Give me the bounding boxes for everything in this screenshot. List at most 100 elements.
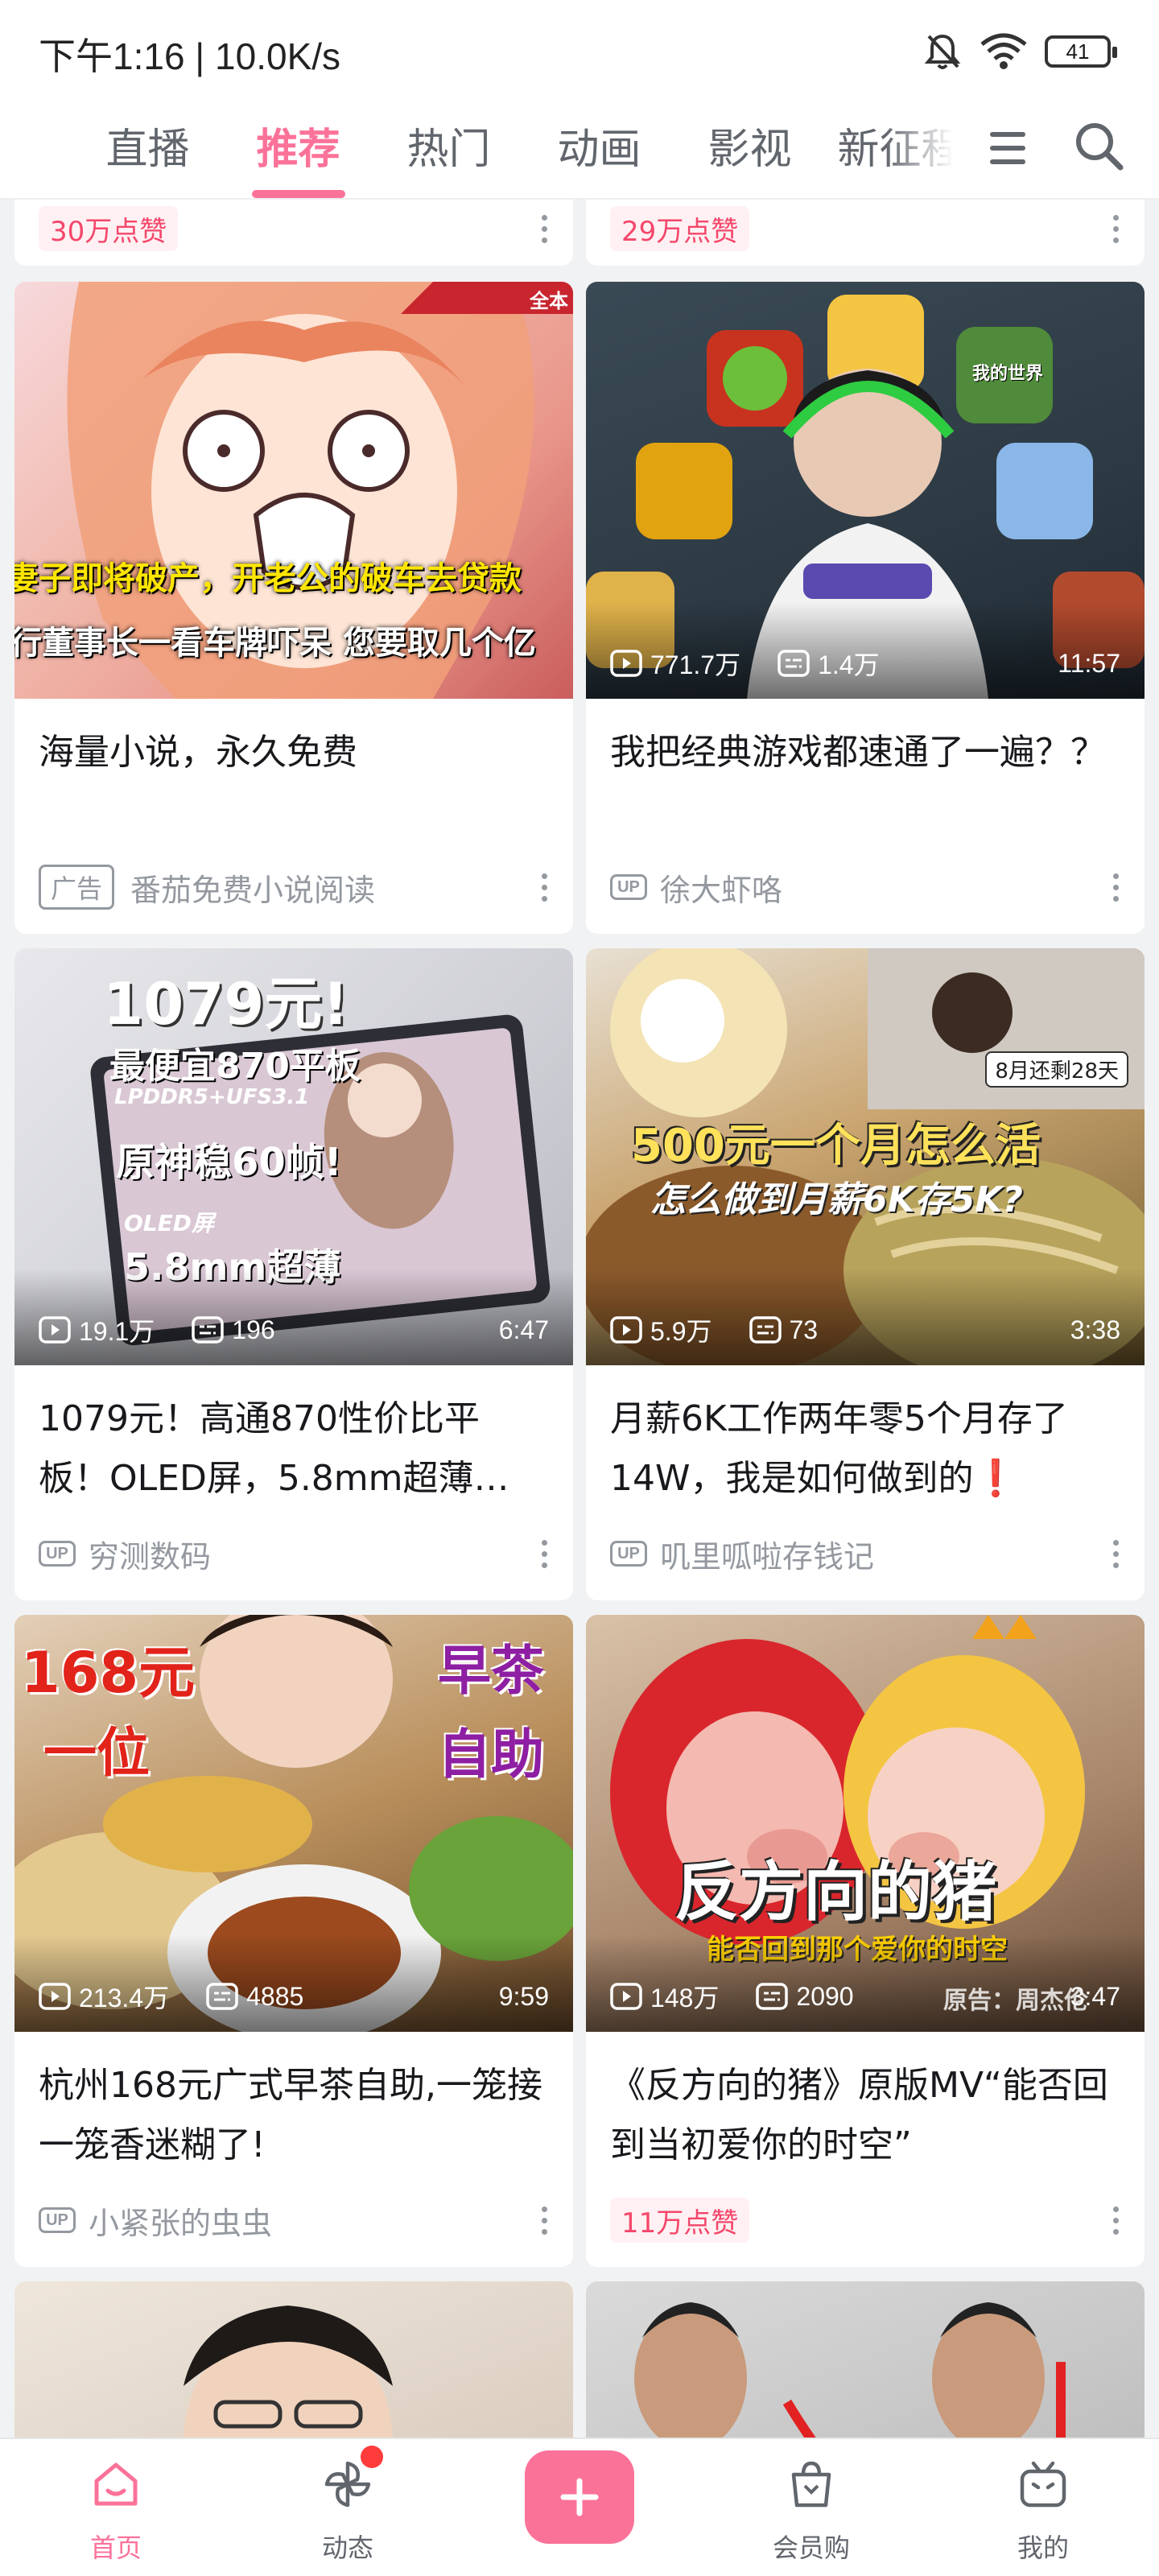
view-count-value: 771.7万 <box>650 650 741 679</box>
thumb-per-person: 一位 <box>43 1722 150 1784</box>
days-left-tag: 8月还剩28天 <box>985 1051 1128 1088</box>
nav-feed-label: 动态 <box>321 2533 373 2563</box>
video-duration: 9:59 <box>498 1981 549 2011</box>
danmaku-icon <box>756 1983 789 2010</box>
video-stats: 19.1万 196 6:47 <box>39 1312 549 1348</box>
thumb-caption: 我的世界 <box>972 364 1044 384</box>
danmaku-count-value: 4885 <box>246 1981 304 2011</box>
partial-card-left[interactable]: 30万点赞 <box>14 200 573 266</box>
bottom-nav-bar: 首页 动态 会员购 我的 <box>0 2438 1159 2576</box>
up-badge: UP <box>39 2207 76 2233</box>
video-thumbnail: 168元 一位 早茶 自助 213.4万 4885 9:59 <box>14 1615 573 2032</box>
home-icon <box>94 2462 138 2506</box>
thumb-fps: 原神稳60帧! <box>116 1140 342 1185</box>
status-bar: 下午1:16 | 10.0K/s 41 <box>0 0 1159 100</box>
more-options-icon[interactable] <box>1106 2198 1125 2243</box>
video-thumbnail: 我的世界 771.7万 1.4万 11:57 <box>586 282 1145 699</box>
video-title[interactable]: 《反方向的猪》原版MV“能否回到当初爱你的时空” <box>610 2056 1120 2175</box>
partial-card-bottom-right[interactable] <box>586 2281 1145 2438</box>
video-thumbnail: 8月还剩28天 500元一个月怎么活 怎么做到月薪6K存5K? 5.9万 73 … <box>586 948 1145 1365</box>
more-options-icon[interactable] <box>1106 865 1125 910</box>
status-time: 下午1:16 | 10.0K/s <box>39 35 341 77</box>
card-footer: UP 叽里呱啦存钱记 <box>610 1531 1125 1576</box>
nav-me[interactable]: 我的 <box>963 2439 1124 2576</box>
video-title[interactable]: 我把经典游戏都速通了一遍？？ <box>610 723 1120 782</box>
like-count-pill: 29万点赞 <box>610 206 750 251</box>
like-count-pill: 11万点赞 <box>610 2198 750 2243</box>
search-icon[interactable] <box>1072 119 1125 172</box>
wifi-icon <box>980 33 1027 69</box>
video-duration: 3:47 <box>1070 1981 1120 2011</box>
tab-anime[interactable]: 动画 <box>524 100 674 200</box>
video-title[interactable]: 海量小说，永久免费 <box>39 723 549 782</box>
video-thumbnail: 全本 妻子即将破产，开老公的破车去贷款 行董事长一看车牌吓呆 您要取几个亿 <box>14 282 573 699</box>
battery-indicator: 41 <box>1045 35 1117 68</box>
tab-fade <box>885 100 982 198</box>
tv-icon <box>1020 2461 1066 2508</box>
thumb-tag-2: 自助 <box>438 1724 544 1785</box>
play-count-icon <box>610 1983 642 2010</box>
uploader-name[interactable]: 小紧张的虫虫 <box>89 2198 272 2243</box>
tab-recommend[interactable]: 推荐 <box>223 100 373 200</box>
danmaku-count: 2090 <box>756 1982 854 2012</box>
video-card[interactable]: 1079元! 最便宜870平板 LPDDR5+UFS3.1 原神稳60帧! OL… <box>14 948 573 1600</box>
video-stats: 5.9万 73 3:38 <box>610 1312 1120 1348</box>
view-count: 148万 <box>610 1978 719 2015</box>
tab-movies[interactable]: 影视 <box>674 100 825 200</box>
danmaku-icon <box>192 1316 225 1344</box>
play-count-icon <box>39 1983 71 2010</box>
video-thumbnail: 1079元! 最便宜870平板 LPDDR5+UFS3.1 原神稳60帧! OL… <box>14 948 573 1365</box>
days-left-text: 8月还剩28天 <box>995 1059 1119 1084</box>
danmaku-count-value: 196 <box>232 1315 275 1344</box>
tab-live[interactable]: 直播 <box>72 100 223 200</box>
view-count-value: 5.9万 <box>650 1317 712 1346</box>
nav-home[interactable]: 首页 <box>35 2439 196 2576</box>
more-options-icon[interactable] <box>534 2198 554 2243</box>
advertiser-name[interactable]: 番茄免费小说阅读 <box>130 865 375 910</box>
publish-button[interactable] <box>525 2450 634 2544</box>
video-card[interactable]: 168元 一位 早茶 自助 213.4万 4885 9:59 杭州168元广式早… <box>14 1615 573 2267</box>
view-count: 213.4万 <box>39 1978 169 2015</box>
menu-icon[interactable] <box>984 124 1032 172</box>
danmaku-count: 73 <box>749 1315 818 1345</box>
video-title[interactable]: 杭州168元广式早茶自助,一笼接一笼香迷糊了! <box>39 2056 549 2175</box>
status-icons: 41 <box>922 27 1117 76</box>
tab-hot[interactable]: 热门 <box>373 100 524 200</box>
view-count-value: 148万 <box>650 1984 720 2013</box>
more-options-icon[interactable] <box>534 865 554 910</box>
thumb-headline: 最便宜870平板 <box>109 1046 361 1087</box>
more-options-icon[interactable] <box>1106 1531 1125 1576</box>
video-stats: 148万 2090 3:47 <box>610 1979 1120 2014</box>
thumb-spec: LPDDR5+UFS3.1 <box>114 1085 310 1109</box>
uploader-name[interactable]: 徐大虾咯 <box>660 865 782 910</box>
more-options-icon[interactable] <box>534 1531 554 1576</box>
video-title[interactable]: 月薪6K工作两年零5个月存了14W，我是如何做到的❗ <box>610 1389 1120 1509</box>
more-options-icon[interactable] <box>534 206 554 251</box>
corner-tag: 全本 <box>530 290 568 312</box>
video-stats: 771.7万 1.4万 11:57 <box>610 646 1120 681</box>
video-card-ad[interactable]: 全本 妻子即将破产，开老公的破车去贷款 行董事长一看车牌吓呆 您要取几个亿 海量… <box>14 282 573 934</box>
up-badge: UP <box>39 1541 76 1567</box>
thumb-caption-1: 妻子即将破产，开老公的破车去贷款 <box>14 560 522 597</box>
uploader-name[interactable]: 叽里呱啦存钱记 <box>660 1532 874 1576</box>
thumb-caption-2: 行董事长一看车牌吓呆 您要取几个亿 <box>14 625 536 662</box>
up-badge: UP <box>610 1541 647 1567</box>
video-title[interactable]: 1079元！高通870性价比平板！OLED屏，5.8mm超薄… <box>39 1389 549 1509</box>
danmaku-count: 1.4万 <box>777 645 880 682</box>
card-footer: UP 穷测数码 <box>39 1531 554 1576</box>
video-card[interactable]: 8月还剩28天 500元一个月怎么活 怎么做到月薪6K存5K? 5.9万 73 … <box>586 948 1145 1600</box>
card-footer: UP 小紧张的虫虫 <box>39 2198 554 2243</box>
nav-feed[interactable]: 动态 <box>267 2439 428 2576</box>
card-footer: 30万点赞 <box>39 206 554 251</box>
danmaku-count: 196 <box>192 1315 275 1345</box>
video-card[interactable]: 反方向的猪 能否回到那个爱你的时空 原告：周杰伦 148万 2090 3:47 … <box>586 1615 1145 2267</box>
more-options-icon[interactable] <box>1106 206 1125 251</box>
thumb-price: 168元 <box>21 1640 196 1706</box>
partial-card-bottom-left[interactable] <box>14 2281 573 2438</box>
video-thumbnail <box>14 2281 573 2438</box>
view-count-value: 19.1万 <box>79 1317 155 1346</box>
nav-mall[interactable]: 会员购 <box>731 2439 892 2576</box>
uploader-name[interactable]: 穷测数码 <box>89 1532 211 1576</box>
video-card[interactable]: 我的世界 771.7万 1.4万 11:57 我把经典游戏都速通了一遍？？ UP… <box>586 282 1145 934</box>
partial-card-right[interactable]: 29万点赞 <box>586 200 1145 266</box>
